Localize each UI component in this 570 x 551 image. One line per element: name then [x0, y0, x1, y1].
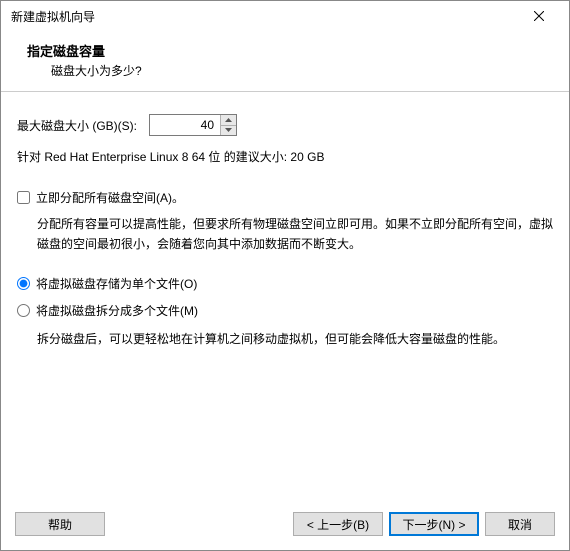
recommended-size-text: 针对 Red Hat Enterprise Linux 8 64 位 的建议大小… [17, 148, 553, 165]
next-button[interactable]: 下一步(N) > [389, 512, 479, 536]
allocate-now-explain: 分配所有容量可以提高性能，但要求所有物理磁盘空间立即可用。如果不立即分配所有空间… [37, 214, 553, 255]
spinner-down[interactable] [221, 126, 236, 136]
close-icon [534, 11, 544, 21]
allocate-now-label: 立即分配所有磁盘空间(A)。 [36, 189, 184, 206]
page-title: 指定磁盘容量 [27, 41, 543, 60]
allocate-now-checkbox[interactable] [17, 191, 30, 204]
back-button[interactable]: < 上一步(B) [293, 512, 383, 536]
window-title: 新建虚拟机向导 [11, 8, 519, 25]
titlebar: 新建虚拟机向导 [1, 1, 569, 31]
allocate-now-checkbox-row[interactable]: 立即分配所有磁盘空间(A)。 [17, 189, 553, 206]
spinner-up[interactable] [221, 115, 236, 126]
page-subtitle: 磁盘大小为多少? [51, 62, 543, 79]
wizard-body: 最大磁盘大小 (GB)(S): 针对 Red Hat Enterprise Li… [1, 92, 569, 502]
disk-size-row: 最大磁盘大小 (GB)(S): [17, 114, 553, 136]
disk-size-label: 最大磁盘大小 (GB)(S): [17, 117, 137, 134]
wizard-footer: 帮助 < 上一步(B) 下一步(N) > 取消 [1, 502, 569, 550]
close-button[interactable] [519, 2, 559, 30]
disk-size-input[interactable] [150, 115, 220, 135]
split-explain: 拆分磁盘后，可以更轻松地在计算机之间移动虚拟机，但可能会降低大容量磁盘的性能。 [37, 329, 553, 349]
disk-size-spinner [149, 114, 237, 136]
store-split-radio[interactable] [17, 304, 30, 317]
spinner-buttons [220, 115, 236, 135]
wizard-header: 指定磁盘容量 磁盘大小为多少? [1, 31, 569, 92]
store-single-radio[interactable] [17, 277, 30, 290]
store-split-label: 将虚拟磁盘拆分成多个文件(M) [36, 302, 198, 319]
help-button[interactable]: 帮助 [15, 512, 105, 536]
store-split-radio-row[interactable]: 将虚拟磁盘拆分成多个文件(M) [17, 302, 553, 319]
store-single-radio-row[interactable]: 将虚拟磁盘存储为单个文件(O) [17, 275, 553, 292]
store-single-label: 将虚拟磁盘存储为单个文件(O) [36, 275, 197, 292]
wizard-window: 新建虚拟机向导 指定磁盘容量 磁盘大小为多少? 最大磁盘大小 (GB)(S): … [0, 0, 570, 551]
cancel-button[interactable]: 取消 [485, 512, 555, 536]
